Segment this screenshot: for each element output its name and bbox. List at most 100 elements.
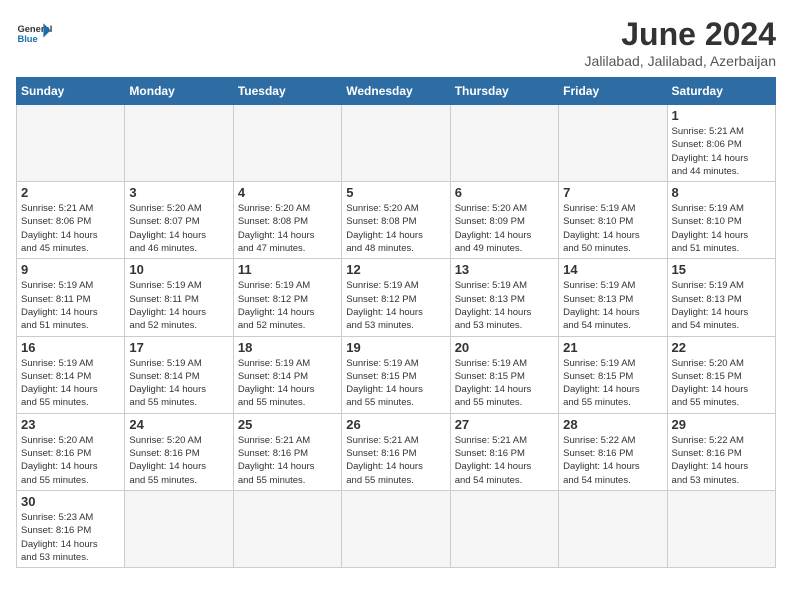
calendar-cell: 5 Sunrise: 5:20 AMSunset: 8:08 PMDaylight… xyxy=(342,182,450,259)
day-number: 4 xyxy=(238,185,337,200)
calendar-cell: 23Sunrise: 5:20 AMSunset: 8:16 PMDayligh… xyxy=(17,413,125,490)
day-number: 10 xyxy=(129,262,228,277)
day-info: Sunrise: 5:19 AMSunset: 8:14 PMDaylight:… xyxy=(21,357,120,410)
day-number: 16 xyxy=(21,340,120,355)
calendar-cell xyxy=(342,490,450,567)
day-number: 21 xyxy=(563,340,662,355)
calendar-cell xyxy=(17,105,125,182)
day-info: Sunrise: 5:22 AMSunset: 8:16 PMDaylight:… xyxy=(563,434,662,487)
calendar-cell: 19 Sunrise: 5:19 AMSunset: 8:15 PMDayligh… xyxy=(342,336,450,413)
day-number: 26 xyxy=(346,417,445,432)
day-info: Sunrise: 5:20 AMSunset: 8:07 PMDaylight:… xyxy=(129,202,228,255)
day-number: 1 xyxy=(672,108,771,123)
day-number: 8 xyxy=(672,185,771,200)
weekday-header-thursday: Thursday xyxy=(450,78,558,105)
calendar-cell: 24 Sunrise: 5:20 AMSunset: 8:16 PMDayligh… xyxy=(125,413,233,490)
weekday-header-tuesday: Tuesday xyxy=(233,78,341,105)
weekday-header-friday: Friday xyxy=(559,78,667,105)
day-number: 20 xyxy=(455,340,554,355)
calendar-cell xyxy=(559,105,667,182)
day-info: Sunrise: 5:20 AMSunset: 8:16 PMDaylight:… xyxy=(21,434,120,487)
day-number: 14 xyxy=(563,262,662,277)
calendar-cell xyxy=(450,105,558,182)
day-number: 25 xyxy=(238,417,337,432)
day-info: Sunrise: 5:20 AMSunset: 8:08 PMDaylight:… xyxy=(238,202,337,255)
day-info: Sunrise: 5:20 AMSunset: 8:16 PMDaylight:… xyxy=(129,434,228,487)
day-number: 19 xyxy=(346,340,445,355)
calendar-week-row: 23Sunrise: 5:20 AMSunset: 8:16 PMDayligh… xyxy=(17,413,776,490)
day-number: 24 xyxy=(129,417,228,432)
weekday-header-monday: Monday xyxy=(125,78,233,105)
day-info: Sunrise: 5:21 AMSunset: 8:16 PMDaylight:… xyxy=(238,434,337,487)
calendar-cell: 4 Sunrise: 5:20 AMSunset: 8:08 PMDaylight… xyxy=(233,182,341,259)
day-info: Sunrise: 5:19 AMSunset: 8:14 PMDaylight:… xyxy=(238,357,337,410)
day-number: 9 xyxy=(21,262,120,277)
day-info: Sunrise: 5:19 AMSunset: 8:10 PMDaylight:… xyxy=(563,202,662,255)
day-number: 2 xyxy=(21,185,120,200)
day-info: Sunrise: 5:19 AMSunset: 8:10 PMDaylight:… xyxy=(672,202,771,255)
day-number: 3 xyxy=(129,185,228,200)
day-number: 30 xyxy=(21,494,120,509)
day-info: Sunrise: 5:19 AMSunset: 8:13 PMDaylight:… xyxy=(455,279,554,332)
calendar-cell: 8 Sunrise: 5:19 AMSunset: 8:10 PMDaylight… xyxy=(667,182,775,259)
calendar-cell xyxy=(233,105,341,182)
calendar-cell: 3 Sunrise: 5:20 AMSunset: 8:07 PMDaylight… xyxy=(125,182,233,259)
day-info: Sunrise: 5:19 AMSunset: 8:11 PMDaylight:… xyxy=(21,279,120,332)
day-number: 5 xyxy=(346,185,445,200)
day-info: Sunrise: 5:23 AMSunset: 8:16 PMDaylight:… xyxy=(21,511,120,564)
day-number: 18 xyxy=(238,340,337,355)
weekday-header-row: SundayMondayTuesdayWednesdayThursdayFrid… xyxy=(17,78,776,105)
day-number: 17 xyxy=(129,340,228,355)
calendar-cell: 30 Sunrise: 5:23 AMSunset: 8:16 PMDayligh… xyxy=(17,490,125,567)
day-number: 6 xyxy=(455,185,554,200)
calendar-week-row: 9 Sunrise: 5:19 AMSunset: 8:11 PMDaylight… xyxy=(17,259,776,336)
day-number: 13 xyxy=(455,262,554,277)
weekday-header-saturday: Saturday xyxy=(667,78,775,105)
calendar-cell: 29Sunrise: 5:22 AMSunset: 8:16 PMDayligh… xyxy=(667,413,775,490)
day-info: Sunrise: 5:21 AMSunset: 8:06 PMDaylight:… xyxy=(672,125,771,178)
weekday-header-sunday: Sunday xyxy=(17,78,125,105)
calendar-cell: 26 Sunrise: 5:21 AMSunset: 8:16 PMDayligh… xyxy=(342,413,450,490)
calendar-cell xyxy=(125,490,233,567)
calendar-cell: 2 Sunrise: 5:21 AMSunset: 8:06 PMDaylight… xyxy=(17,182,125,259)
day-info: Sunrise: 5:21 AMSunset: 8:06 PMDaylight:… xyxy=(21,202,120,255)
calendar-cell: 13 Sunrise: 5:19 AMSunset: 8:13 PMDayligh… xyxy=(450,259,558,336)
month-title: June 2024 xyxy=(585,16,776,53)
day-info: Sunrise: 5:20 AMSunset: 8:09 PMDaylight:… xyxy=(455,202,554,255)
day-info: Sunrise: 5:19 AMSunset: 8:15 PMDaylight:… xyxy=(563,357,662,410)
day-info: Sunrise: 5:19 AMSunset: 8:13 PMDaylight:… xyxy=(672,279,771,332)
logo-icon: General Blue xyxy=(16,16,52,52)
calendar-cell: 12Sunrise: 5:19 AMSunset: 8:12 PMDayligh… xyxy=(342,259,450,336)
calendar-cell xyxy=(559,490,667,567)
day-info: Sunrise: 5:19 AMSunset: 8:15 PMDaylight:… xyxy=(455,357,554,410)
calendar-cell: 1 Sunrise: 5:21 AMSunset: 8:06 PMDaylight… xyxy=(667,105,775,182)
calendar-cell: 27Sunrise: 5:21 AMSunset: 8:16 PMDayligh… xyxy=(450,413,558,490)
day-number: 29 xyxy=(672,417,771,432)
location-title: Jalilabad, Jalilabad, Azerbaijan xyxy=(585,53,776,69)
day-info: Sunrise: 5:20 AMSunset: 8:15 PMDaylight:… xyxy=(672,357,771,410)
calendar-cell: 10Sunrise: 5:19 AMSunset: 8:11 PMDayligh… xyxy=(125,259,233,336)
day-number: 28 xyxy=(563,417,662,432)
calendar-cell: 9 Sunrise: 5:19 AMSunset: 8:11 PMDaylight… xyxy=(17,259,125,336)
day-info: Sunrise: 5:19 AMSunset: 8:13 PMDaylight:… xyxy=(563,279,662,332)
calendar-week-row: 30 Sunrise: 5:23 AMSunset: 8:16 PMDayligh… xyxy=(17,490,776,567)
calendar-cell: 22Sunrise: 5:20 AMSunset: 8:15 PMDayligh… xyxy=(667,336,775,413)
day-info: Sunrise: 5:19 AMSunset: 8:12 PMDaylight:… xyxy=(346,279,445,332)
calendar-cell: 14 Sunrise: 5:19 AMSunset: 8:13 PMDayligh… xyxy=(559,259,667,336)
day-info: Sunrise: 5:19 AMSunset: 8:15 PMDaylight:… xyxy=(346,357,445,410)
calendar-cell xyxy=(342,105,450,182)
page-header: General Blue June 2024 Jalilabad, Jalila… xyxy=(16,16,776,69)
day-number: 11 xyxy=(238,262,337,277)
calendar-cell: 16 Sunrise: 5:19 AMSunset: 8:14 PMDayligh… xyxy=(17,336,125,413)
calendar-cell: 18 Sunrise: 5:19 AMSunset: 8:14 PMDayligh… xyxy=(233,336,341,413)
calendar-cell: 11Sunrise: 5:19 AMSunset: 8:12 PMDayligh… xyxy=(233,259,341,336)
day-info: Sunrise: 5:20 AMSunset: 8:08 PMDaylight:… xyxy=(346,202,445,255)
svg-text:Blue: Blue xyxy=(17,34,37,44)
calendar-cell xyxy=(450,490,558,567)
calendar-cell: 20 Sunrise: 5:19 AMSunset: 8:15 PMDayligh… xyxy=(450,336,558,413)
day-info: Sunrise: 5:19 AMSunset: 8:14 PMDaylight:… xyxy=(129,357,228,410)
logo: General Blue xyxy=(16,16,52,52)
day-info: Sunrise: 5:21 AMSunset: 8:16 PMDaylight:… xyxy=(346,434,445,487)
calendar-cell: 7Sunrise: 5:19 AMSunset: 8:10 PMDaylight… xyxy=(559,182,667,259)
day-number: 27 xyxy=(455,417,554,432)
